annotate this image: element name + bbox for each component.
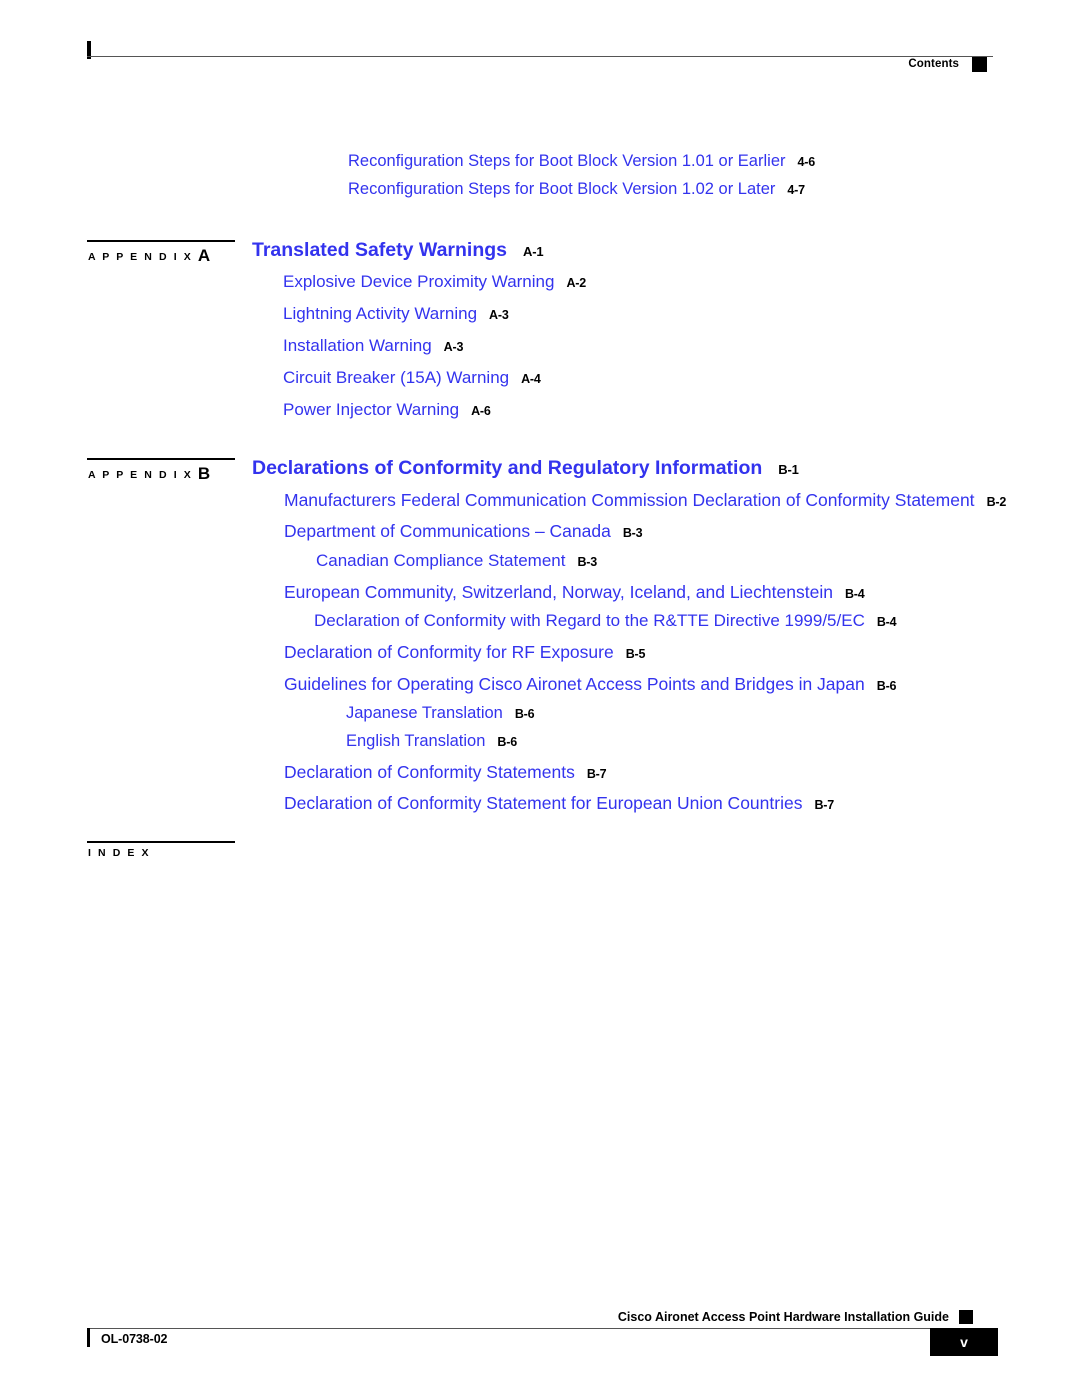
toc-entry-page-number: 4-6: [797, 155, 815, 169]
toc-entry[interactable]: Circuit Breaker (15A) Warning A-4: [283, 369, 541, 387]
part-marker-label-text: I N D E X: [88, 847, 151, 859]
toc-entry-page-number: B-4: [876, 615, 897, 629]
toc-entry-label: Reconfiguration Steps for Boot Block Ver…: [348, 152, 786, 170]
toc-entry[interactable]: Declaration of Conformity Statements B-7: [284, 762, 607, 782]
toc-entry-label: Guidelines for Operating Cisco Aironet A…: [284, 674, 865, 694]
part-marker-label-text: A P P E N D I X: [88, 251, 193, 263]
toc-entry-label: Japanese Translation: [346, 704, 503, 722]
part-marker-label: A P P E N D I XB: [88, 464, 210, 484]
toc-entry-label: Reconfiguration Steps for Boot Block Ver…: [348, 180, 776, 198]
part-marker-label: I N D E X: [88, 847, 151, 859]
toc-entry[interactable]: Declarations of Conformity and Regulator…: [252, 457, 799, 479]
toc-entry-page-number: B-5: [625, 647, 646, 661]
toc-entry-page-number: A-6: [471, 404, 491, 418]
toc-entry-label: Declaration of Conformity for RF Exposur…: [284, 642, 614, 662]
toc-entry-page-number: B-7: [814, 798, 835, 812]
toc-entry-page-number: B-3: [622, 526, 643, 540]
toc-entry-label: Circuit Breaker (15A) Warning: [283, 368, 510, 387]
toc-entry[interactable]: Declaration of Conformity Statement for …: [284, 793, 835, 813]
toc-entry-label: Lightning Activity Warning: [283, 304, 478, 323]
toc-entry-page-number: B-4: [844, 587, 865, 601]
toc-entry-label: European Community, Switzerland, Norway,…: [284, 582, 833, 602]
toc-entry[interactable]: Explosive Device Proximity Warning A-2: [283, 273, 586, 291]
page-header: Contents: [87, 40, 993, 80]
square-marker-icon: [959, 1310, 973, 1324]
header-title: Contents: [908, 58, 959, 70]
part-marker-label: A P P E N D I XA: [88, 246, 210, 266]
toc-entry[interactable]: Declaration of Conformity for RF Exposur…: [284, 642, 646, 662]
part-marker-rule: [87, 458, 235, 460]
page-footer: Cisco Aironet Access Point Hardware Inst…: [87, 1310, 998, 1380]
toc-entry-label: Manufacturers Federal Communication Comm…: [284, 490, 975, 510]
toc-entry-page-number: B-6: [514, 707, 535, 721]
toc-entry-page-number: B-6: [497, 735, 517, 749]
footer-document-title: Cisco Aironet Access Point Hardware Inst…: [617, 1310, 949, 1324]
toc-entry-label: Declaration of Conformity with Regard to…: [314, 611, 865, 630]
footer-rule: [87, 1328, 973, 1329]
toc-entry-label: Department of Communications – Canada: [284, 521, 611, 541]
toc-entry[interactable]: Lightning Activity Warning A-3: [283, 305, 509, 323]
toc-entry[interactable]: Declaration of Conformity with Regard to…: [314, 611, 897, 630]
toc-entry-label: Declaration of Conformity Statement for …: [284, 793, 803, 813]
part-marker-label-text: A P P E N D I X: [88, 469, 193, 481]
toc-page: Contents Reconfiguration Steps for Boot …: [0, 0, 1080, 1397]
footer-doc-number: OL-0738-02: [101, 1332, 168, 1346]
toc-entry-label: Explosive Device Proximity Warning: [283, 272, 555, 291]
toc-entry[interactable]: Manufacturers Federal Communication Comm…: [284, 490, 1007, 510]
toc-entry-page-number: 4-7: [787, 183, 805, 197]
toc-entry-label: Declaration of Conformity Statements: [284, 762, 575, 782]
toc-entry-page-number: A-2: [566, 276, 586, 290]
header-rule: [87, 56, 993, 57]
toc-entry-label: English Translation: [346, 732, 486, 750]
toc-entry-label: Declarations of Conformity and Regulator…: [252, 457, 763, 479]
toc-entry-label: Installation Warning: [283, 336, 432, 355]
part-marker-letter: B: [197, 464, 211, 483]
part-marker-letter: A: [197, 246, 211, 265]
toc-entry[interactable]: Reconfiguration Steps for Boot Block Ver…: [348, 153, 815, 170]
toc-entry-label: Power Injector Warning: [283, 400, 460, 419]
part-marker-rule: [87, 240, 235, 242]
toc-entry[interactable]: Power Injector Warning A-6: [283, 401, 491, 419]
footer-left-tick-icon: [87, 1328, 90, 1347]
toc-entry[interactable]: Installation Warning A-3: [283, 337, 463, 355]
toc-entry-page-number: A-4: [521, 372, 541, 386]
toc-entry[interactable]: Canadian Compliance Statement B-3: [316, 552, 597, 570]
toc-entry-page-number: A-3: [489, 308, 509, 322]
toc-entry-page-number: B-3: [577, 555, 598, 569]
toc-entry-page-number: B-7: [586, 767, 607, 781]
toc-entry[interactable]: English Translation B-6: [346, 733, 517, 750]
toc-entry[interactable]: Department of Communications – Canada B-3: [284, 521, 643, 541]
square-marker-icon: [972, 57, 987, 72]
toc-entry-page-number: B-1: [778, 462, 799, 477]
toc-entry[interactable]: Translated Safety Warnings A-1: [252, 239, 544, 261]
toc-entry[interactable]: Japanese Translation B-6: [346, 704, 535, 722]
toc-entry-page-number: A-1: [523, 244, 544, 259]
page-number: v: [960, 1334, 968, 1350]
toc-entry-label: Translated Safety Warnings: [252, 239, 508, 261]
toc-entry[interactable]: European Community, Switzerland, Norway,…: [284, 582, 865, 602]
toc-entry-label: Canadian Compliance Statement: [316, 551, 566, 570]
toc-entry[interactable]: Reconfiguration Steps for Boot Block Ver…: [348, 181, 805, 198]
toc-entry-page-number: B-2: [986, 495, 1007, 509]
toc-entry-page-number: B-6: [876, 679, 897, 693]
toc-entry[interactable]: Guidelines for Operating Cisco Aironet A…: [284, 674, 897, 694]
toc-entry-page-number: A-3: [443, 340, 464, 354]
part-marker-rule: [87, 841, 235, 843]
